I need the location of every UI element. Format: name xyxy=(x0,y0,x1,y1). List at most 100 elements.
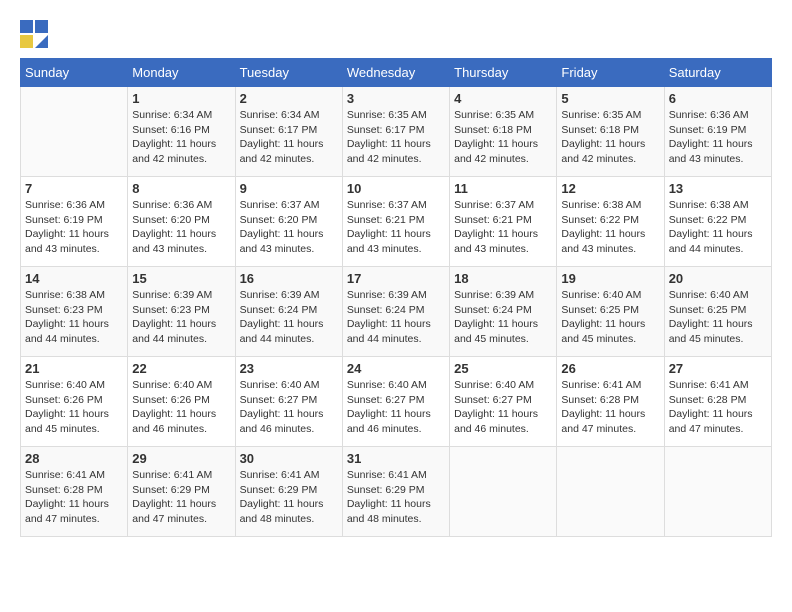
day-number: 30 xyxy=(240,451,338,466)
calendar-cell: 20 Sunrise: 6:40 AM Sunset: 6:25 PM Dayli… xyxy=(664,267,771,357)
day-info: Sunrise: 6:40 AM Sunset: 6:27 PM Dayligh… xyxy=(347,378,445,437)
day-info: Sunrise: 6:40 AM Sunset: 6:25 PM Dayligh… xyxy=(669,288,767,347)
day-info: Sunrise: 6:39 AM Sunset: 6:23 PM Dayligh… xyxy=(132,288,230,347)
day-header-saturday: Saturday xyxy=(664,59,771,87)
day-info: Sunrise: 6:41 AM Sunset: 6:29 PM Dayligh… xyxy=(347,468,445,527)
day-info: Sunrise: 6:38 AM Sunset: 6:22 PM Dayligh… xyxy=(669,198,767,257)
calendar-week-row: 28 Sunrise: 6:41 AM Sunset: 6:28 PM Dayli… xyxy=(21,447,772,537)
day-info: Sunrise: 6:38 AM Sunset: 6:22 PM Dayligh… xyxy=(561,198,659,257)
day-header-wednesday: Wednesday xyxy=(342,59,449,87)
day-header-monday: Monday xyxy=(128,59,235,87)
day-number: 18 xyxy=(454,271,552,286)
calendar-week-row: 7Sunrise: 6:36 AM Sunset: 6:19 PM Daylig… xyxy=(21,177,772,267)
day-number: 19 xyxy=(561,271,659,286)
day-number: 8 xyxy=(132,181,230,196)
day-number: 9 xyxy=(240,181,338,196)
day-number: 6 xyxy=(669,91,767,106)
day-info: Sunrise: 6:40 AM Sunset: 6:27 PM Dayligh… xyxy=(454,378,552,437)
calendar-cell: 8 Sunrise: 6:36 AM Sunset: 6:20 PM Daylig… xyxy=(128,177,235,267)
logo xyxy=(20,20,52,48)
page-header xyxy=(20,20,772,48)
day-number: 10 xyxy=(347,181,445,196)
day-header-friday: Friday xyxy=(557,59,664,87)
day-info: Sunrise: 6:40 AM Sunset: 6:26 PM Dayligh… xyxy=(25,378,123,437)
calendar-week-row: 1Sunrise: 6:34 AM Sunset: 6:16 PM Daylig… xyxy=(21,87,772,177)
calendar-cell xyxy=(557,447,664,537)
calendar-cell: 27Sunrise: 6:41 AM Sunset: 6:28 PM Dayli… xyxy=(664,357,771,447)
day-info: Sunrise: 6:39 AM Sunset: 6:24 PM Dayligh… xyxy=(240,288,338,347)
calendar-cell: 3 Sunrise: 6:35 AM Sunset: 6:17 PM Daylig… xyxy=(342,87,449,177)
day-number: 3 xyxy=(347,91,445,106)
day-number: 21 xyxy=(25,361,123,376)
day-header-tuesday: Tuesday xyxy=(235,59,342,87)
day-info: Sunrise: 6:40 AM Sunset: 6:25 PM Dayligh… xyxy=(561,288,659,347)
calendar-cell: 12 Sunrise: 6:38 AM Sunset: 6:22 PM Dayli… xyxy=(557,177,664,267)
calendar-cell: 22 Sunrise: 6:40 AM Sunset: 6:26 PM Dayli… xyxy=(128,357,235,447)
day-info: Sunrise: 6:37 AM Sunset: 6:20 PM Dayligh… xyxy=(240,198,338,257)
calendar-cell: 7Sunrise: 6:36 AM Sunset: 6:19 PM Daylig… xyxy=(21,177,128,267)
day-info: Sunrise: 6:35 AM Sunset: 6:17 PM Dayligh… xyxy=(347,108,445,167)
calendar-cell: 13 Sunrise: 6:38 AM Sunset: 6:22 PM Dayli… xyxy=(664,177,771,267)
calendar-cell: 21 Sunrise: 6:40 AM Sunset: 6:26 PM Dayli… xyxy=(21,357,128,447)
day-number: 7 xyxy=(25,181,123,196)
day-info: Sunrise: 6:38 AM Sunset: 6:23 PM Dayligh… xyxy=(25,288,123,347)
calendar-cell xyxy=(450,447,557,537)
calendar-cell: 14Sunrise: 6:38 AM Sunset: 6:23 PM Dayli… xyxy=(21,267,128,357)
calendar-week-row: 21 Sunrise: 6:40 AM Sunset: 6:26 PM Dayli… xyxy=(21,357,772,447)
day-info: Sunrise: 6:41 AM Sunset: 6:29 PM Dayligh… xyxy=(240,468,338,527)
calendar-header-row: SundayMondayTuesdayWednesdayThursdayFrid… xyxy=(21,59,772,87)
calendar-cell: 30 Sunrise: 6:41 AM Sunset: 6:29 PM Dayli… xyxy=(235,447,342,537)
day-number: 29 xyxy=(132,451,230,466)
calendar-cell xyxy=(664,447,771,537)
day-number: 5 xyxy=(561,91,659,106)
day-number: 4 xyxy=(454,91,552,106)
calendar-cell: 26Sunrise: 6:41 AM Sunset: 6:28 PM Dayli… xyxy=(557,357,664,447)
calendar-cell: 19 Sunrise: 6:40 AM Sunset: 6:25 PM Dayli… xyxy=(557,267,664,357)
calendar-cell: 5 Sunrise: 6:35 AM Sunset: 6:18 PM Daylig… xyxy=(557,87,664,177)
day-number: 23 xyxy=(240,361,338,376)
day-header-sunday: Sunday xyxy=(21,59,128,87)
day-info: Sunrise: 6:41 AM Sunset: 6:28 PM Dayligh… xyxy=(669,378,767,437)
calendar-body: 1Sunrise: 6:34 AM Sunset: 6:16 PM Daylig… xyxy=(21,87,772,537)
day-info: Sunrise: 6:35 AM Sunset: 6:18 PM Dayligh… xyxy=(561,108,659,167)
calendar-cell: 28 Sunrise: 6:41 AM Sunset: 6:28 PM Dayli… xyxy=(21,447,128,537)
day-number: 25 xyxy=(454,361,552,376)
day-number: 20 xyxy=(669,271,767,286)
day-info: Sunrise: 6:40 AM Sunset: 6:27 PM Dayligh… xyxy=(240,378,338,437)
day-number: 24 xyxy=(347,361,445,376)
calendar-cell: 31 Sunrise: 6:41 AM Sunset: 6:29 PM Dayli… xyxy=(342,447,449,537)
calendar-cell: 29Sunrise: 6:41 AM Sunset: 6:29 PM Dayli… xyxy=(128,447,235,537)
day-info: Sunrise: 6:37 AM Sunset: 6:21 PM Dayligh… xyxy=(454,198,552,257)
day-number: 28 xyxy=(25,451,123,466)
day-info: Sunrise: 6:36 AM Sunset: 6:20 PM Dayligh… xyxy=(132,198,230,257)
calendar-cell: 16Sunrise: 6:39 AM Sunset: 6:24 PM Dayli… xyxy=(235,267,342,357)
day-info: Sunrise: 6:39 AM Sunset: 6:24 PM Dayligh… xyxy=(454,288,552,347)
calendar-cell: 25 Sunrise: 6:40 AM Sunset: 6:27 PM Dayli… xyxy=(450,357,557,447)
day-number: 12 xyxy=(561,181,659,196)
day-info: Sunrise: 6:37 AM Sunset: 6:21 PM Dayligh… xyxy=(347,198,445,257)
logo-icon xyxy=(20,20,48,48)
calendar-cell: 24 Sunrise: 6:40 AM Sunset: 6:27 PM Dayli… xyxy=(342,357,449,447)
day-number: 26 xyxy=(561,361,659,376)
day-number: 13 xyxy=(669,181,767,196)
day-number: 15 xyxy=(132,271,230,286)
calendar-cell: 23 Sunrise: 6:40 AM Sunset: 6:27 PM Dayli… xyxy=(235,357,342,447)
day-number: 1 xyxy=(132,91,230,106)
calendar-cell xyxy=(21,87,128,177)
calendar-cell: 6Sunrise: 6:36 AM Sunset: 6:19 PM Daylig… xyxy=(664,87,771,177)
day-header-thursday: Thursday xyxy=(450,59,557,87)
calendar-cell: 2Sunrise: 6:34 AM Sunset: 6:17 PM Daylig… xyxy=(235,87,342,177)
day-number: 11 xyxy=(454,181,552,196)
day-number: 2 xyxy=(240,91,338,106)
day-info: Sunrise: 6:41 AM Sunset: 6:28 PM Dayligh… xyxy=(25,468,123,527)
calendar-cell: 18 Sunrise: 6:39 AM Sunset: 6:24 PM Dayli… xyxy=(450,267,557,357)
calendar-table: SundayMondayTuesdayWednesdayThursdayFrid… xyxy=(20,58,772,537)
calendar-cell: 15 Sunrise: 6:39 AM Sunset: 6:23 PM Dayli… xyxy=(128,267,235,357)
day-info: Sunrise: 6:40 AM Sunset: 6:26 PM Dayligh… xyxy=(132,378,230,437)
calendar-cell: 9 Sunrise: 6:37 AM Sunset: 6:20 PM Daylig… xyxy=(235,177,342,267)
day-number: 22 xyxy=(132,361,230,376)
day-number: 17 xyxy=(347,271,445,286)
calendar-cell: 17Sunrise: 6:39 AM Sunset: 6:24 PM Dayli… xyxy=(342,267,449,357)
day-info: Sunrise: 6:35 AM Sunset: 6:18 PM Dayligh… xyxy=(454,108,552,167)
day-number: 31 xyxy=(347,451,445,466)
